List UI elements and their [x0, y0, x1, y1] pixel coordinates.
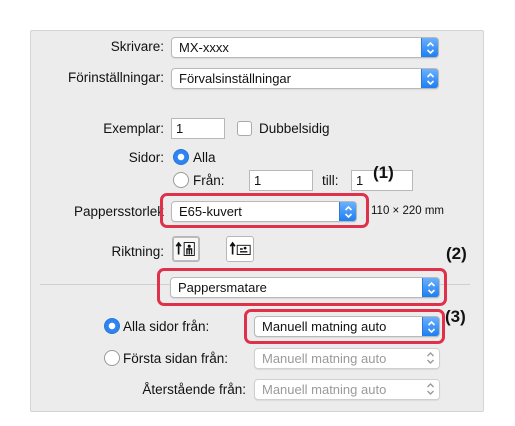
first-page-from-label: Första sidan från: — [123, 351, 229, 366]
presets-value: Förvalsinställningar — [179, 71, 291, 86]
all-pages-from-radio[interactable] — [104, 318, 120, 334]
all-pages-source-value: Manuell matning auto — [262, 319, 387, 334]
portrait-orientation-icon — [175, 241, 195, 256]
chevron-updown-icon — [422, 349, 439, 368]
chevron-updown-icon — [339, 202, 356, 221]
landscape-orientation-icon — [229, 241, 251, 255]
remaining-from-label: Återstående från: — [142, 382, 246, 397]
first-page-source-value: Manuell matning auto — [262, 351, 387, 366]
chevron-updown-icon — [422, 380, 439, 399]
remaining-source-value: Manuell matning auto — [262, 382, 387, 397]
callout-3: (3) — [445, 307, 466, 326]
copies-label: Exemplar: — [103, 121, 164, 136]
paper-size-select[interactable]: E65-kuvert — [171, 201, 357, 222]
section-select[interactable]: Pappersmatare — [170, 277, 440, 298]
pages-from-radio[interactable] — [173, 172, 189, 188]
pages-label: Sidor: — [128, 150, 164, 165]
paper-dimensions: 110 × 220 mm — [371, 205, 444, 217]
chevron-updown-icon — [421, 38, 438, 57]
remaining-source-select[interactable]: Manuell matning auto — [254, 379, 440, 400]
printer-label: Skrivare: — [110, 39, 164, 54]
duplex-label: Dubbelsidig — [259, 121, 330, 136]
pages-from-field[interactable]: 1 — [249, 170, 313, 191]
presets-label: Förinställningar: — [67, 70, 164, 85]
callout-2: (2) — [446, 244, 467, 263]
pages-all-label: Alla — [193, 150, 216, 165]
landscape-orientation-button[interactable] — [226, 236, 254, 262]
paper-size-value: E65-kuvert — [179, 204, 242, 219]
presets-select[interactable]: Förvalsinställningar — [171, 68, 439, 89]
pages-to-label: till: — [322, 173, 339, 188]
first-page-source-select[interactable]: Manuell matning auto — [254, 348, 440, 369]
first-page-from-radio[interactable] — [104, 350, 120, 366]
printer-select[interactable]: MX-xxxx — [171, 37, 439, 58]
pages-from-label: Från: — [193, 173, 225, 188]
printer-value: MX-xxxx — [179, 40, 229, 55]
all-pages-from-label: Alla sidor från: — [123, 319, 210, 334]
chevron-updown-icon — [422, 317, 439, 336]
section-value: Pappersmatare — [178, 280, 267, 295]
portrait-orientation-button[interactable] — [172, 236, 200, 262]
copies-field[interactable]: 1 — [171, 118, 225, 139]
chevron-updown-icon — [421, 69, 438, 88]
callout-1: (1) — [373, 163, 394, 182]
chevron-updown-icon — [422, 278, 439, 297]
pages-all-radio[interactable] — [173, 149, 189, 165]
orientation-label: Riktning: — [111, 244, 164, 259]
duplex-checkbox[interactable] — [237, 121, 252, 136]
paper-size-label: Pappersstorlek — [73, 204, 164, 219]
all-pages-source-select[interactable]: Manuell matning auto — [254, 316, 440, 337]
